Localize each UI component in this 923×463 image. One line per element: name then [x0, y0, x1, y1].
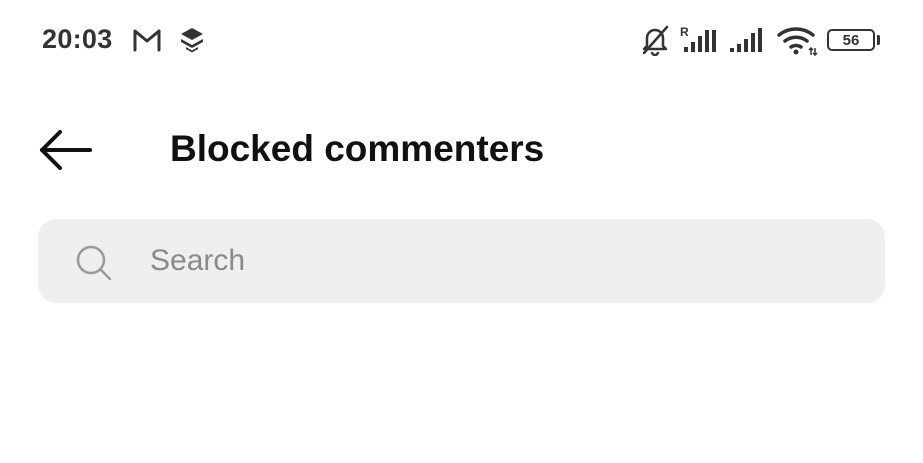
search-icon [74, 243, 114, 288]
layers-app-icon [178, 26, 206, 59]
battery-icon: 56 [827, 29, 875, 51]
signal-icon [728, 24, 768, 61]
page-title: Blocked commenters [170, 128, 545, 169]
arrow-left-icon [40, 130, 92, 170]
wifi-icon [776, 24, 818, 61]
battery-level: 56 [842, 31, 860, 49]
app-header: Blocked commenters [0, 110, 923, 190]
search-input[interactable] [150, 238, 850, 284]
svg-text:R: R [680, 25, 689, 39]
bell-muted-icon [640, 24, 670, 61]
back-button[interactable] [30, 122, 100, 178]
battery-nub [877, 35, 880, 45]
signal-roaming-icon: R [680, 24, 720, 61]
gmail-icon [132, 26, 162, 59]
status-bar: 20:03 R 56 [0, 0, 923, 84]
status-time: 20:03 [42, 24, 113, 54]
